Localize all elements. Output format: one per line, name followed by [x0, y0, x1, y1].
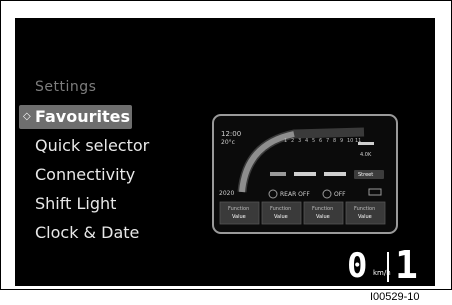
rpm-tick: 7	[326, 138, 330, 144]
function-tile-value: Value	[316, 214, 330, 220]
speed-readout: 0	[347, 246, 368, 286]
preview-temp: 20°c	[221, 139, 235, 146]
gear-indicator: 1	[395, 243, 418, 286]
menu-item-clock-date[interactable]: Clock & Date	[35, 221, 235, 245]
function-tile-title: Function	[312, 206, 334, 212]
dashboard-screen: Settings ◇ Favourites Quick selector Con…	[15, 18, 435, 286]
rpm-tick: 6	[319, 138, 323, 144]
dashboard-preview: 12:00 20°c 2020 1 2 3 4 5 6 7 8 9 10 11 …	[212, 114, 398, 234]
preview-rear-label: REAR OFF	[280, 191, 310, 198]
rpm-tick: 5	[312, 138, 316, 144]
rpm-tick: 9	[340, 138, 344, 144]
rpm-tick: 4	[305, 138, 309, 144]
function-tile-value: Value	[232, 214, 246, 220]
menu-item-favourites[interactable]: ◇ Favourites	[19, 105, 132, 129]
preview-mode-label: Street	[358, 172, 374, 178]
preview-odometer: 2020	[219, 190, 235, 197]
figure-reference-code: I00529-10	[370, 291, 420, 303]
menu-item-label: Clock & Date	[35, 223, 140, 242]
preview-small-value: 4.0K	[360, 152, 372, 158]
rpm-tick: 3	[298, 138, 302, 144]
function-tile-value: Value	[358, 214, 372, 220]
function-tile-title: Function	[270, 206, 292, 212]
menu-item-connectivity[interactable]: Connectivity	[35, 163, 235, 187]
menu-item-quick-selector[interactable]: Quick selector	[35, 134, 235, 158]
menu-item-label: Connectivity	[35, 165, 136, 184]
function-tile-title: Function	[228, 206, 250, 212]
menu-item-label: Quick selector	[35, 136, 150, 155]
function-tile-title: Function	[354, 206, 376, 212]
selection-diamond-icon: ◇	[23, 111, 31, 122]
settings-title: Settings	[35, 79, 97, 95]
rpm-tick: 10	[347, 138, 354, 144]
menu-item-label: Shift Light	[35, 194, 117, 213]
preview-off-label: OFF	[334, 191, 346, 198]
rpm-tick: 11	[355, 138, 362, 144]
rpm-tick: 8	[333, 138, 337, 144]
readout-divider	[387, 252, 389, 282]
menu-item-shift-light[interactable]: Shift Light	[35, 192, 235, 216]
function-tile-value: Value	[274, 214, 288, 220]
rpm-tick: 1	[284, 138, 288, 144]
preview-time: 12:00	[221, 130, 242, 138]
rpm-tick: 2	[291, 138, 295, 144]
menu-item-label: Favourites	[35, 107, 130, 126]
